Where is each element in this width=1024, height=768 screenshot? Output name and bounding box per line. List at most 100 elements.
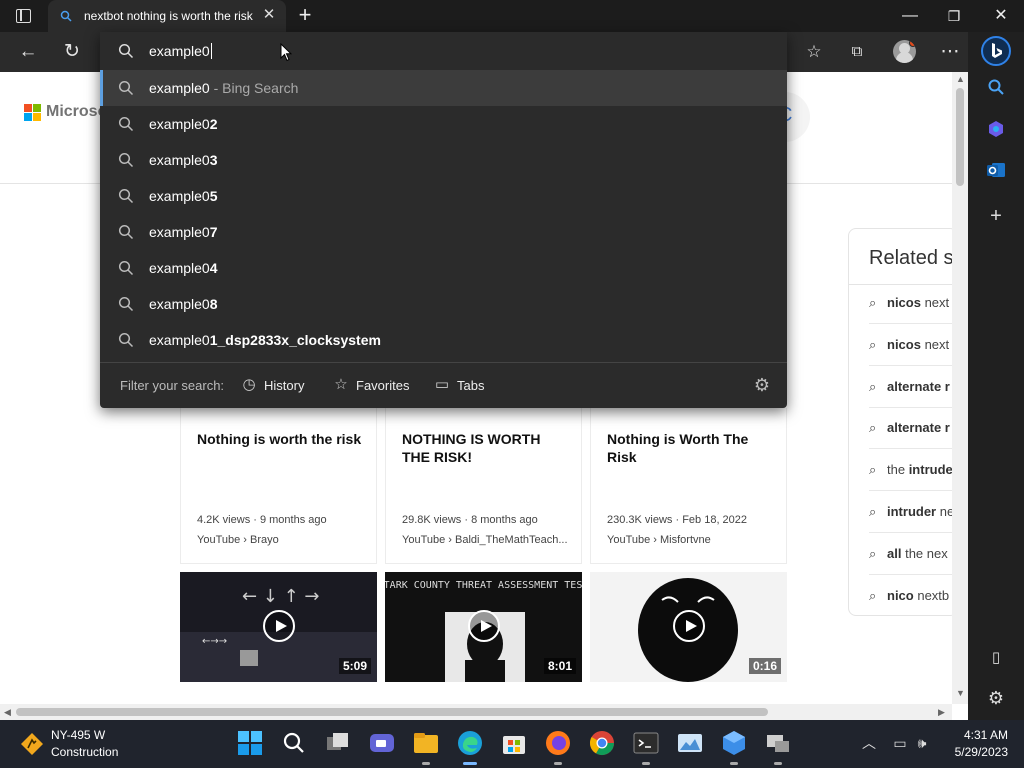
video-source: YouTube › Brayo: [197, 534, 279, 546]
sidebar-copilot-icon[interactable]: [984, 120, 1008, 144]
address-input[interactable]: example0: [149, 43, 212, 59]
address-bar[interactable]: example0: [100, 32, 787, 70]
show-hidden-icons-icon[interactable]: ︿: [860, 734, 878, 752]
video-thumbnail[interactable]: STARK COUNTY THREAT ASSESSMENT TEST 8:01: [385, 572, 582, 682]
search-filter-bar: Filter your search: ◷ History ☆ Favorite…: [100, 363, 787, 408]
volume-icon[interactable]: 🕪: [913, 734, 931, 752]
app-cube-icon[interactable]: [719, 728, 749, 758]
related-search-item[interactable]: ⌕ nico nextb: [869, 588, 952, 608]
weather-subtitle[interactable]: Construction: [51, 745, 118, 759]
related-search-item[interactable]: ⌕ all the nex: [869, 546, 952, 566]
video-title[interactable]: NOTHING IS WORTH THE RISK!: [402, 430, 570, 466]
video-card[interactable]: Nothing is worth the risk 4.2K views · 9…: [180, 408, 377, 564]
search-favicon-icon: [60, 10, 72, 22]
suggestion-bing-search[interactable]: example0 - Bing Search: [100, 70, 787, 106]
related-search-item[interactable]: ⌕ nicos next: [869, 337, 952, 357]
taskbar-search-icon[interactable]: [279, 728, 309, 758]
file-explorer-icon[interactable]: [411, 728, 441, 758]
tab-close-icon[interactable]: ✕: [262, 7, 276, 22]
suggestion-item[interactable]: example04: [100, 250, 787, 286]
profile-avatar[interactable]: [893, 40, 916, 63]
microsoft-brand-text: Microsoft: [46, 103, 106, 120]
search-icon: ⌕: [869, 546, 877, 561]
filter-label: Filter your search:: [120, 378, 225, 393]
suggestion-item[interactable]: example08: [100, 286, 787, 322]
related-search-item[interactable]: ⌕ the intrude: [869, 462, 952, 482]
close-window-button[interactable]: ✕: [988, 4, 1014, 28]
photos-app-icon[interactable]: [675, 728, 705, 758]
star-icon: ☆: [334, 376, 348, 393]
clock-date[interactable]: 5/29/2023: [940, 745, 1008, 759]
teams-chat-icon[interactable]: [367, 728, 397, 758]
clock-time[interactable]: 4:31 AM: [950, 728, 1008, 742]
video-thumbnail[interactable]: 0:16: [590, 572, 787, 682]
filter-favorites-button[interactable]: ☆ Favorites: [332, 376, 412, 394]
favorites-icon[interactable]: ☆: [800, 38, 828, 66]
chrome-icon[interactable]: [587, 728, 617, 758]
task-view-icon[interactable]: [323, 728, 353, 758]
search-icon: [118, 152, 134, 168]
video-title[interactable]: Nothing is Worth The Risk: [607, 430, 775, 466]
svg-text:←→→: ←→→: [202, 636, 227, 647]
video-card[interactable]: Nothing is Worth The Risk 230.3K views ·…: [590, 408, 787, 564]
add-sidebar-app-icon[interactable]: +: [984, 204, 1008, 228]
related-search-item[interactable]: ⌕ alternate r: [869, 379, 952, 399]
suggestion-item[interactable]: example02: [100, 106, 787, 142]
refresh-button[interactable]: ↻: [58, 38, 86, 66]
microsoft-logo[interactable]: [24, 104, 42, 122]
start-windows-icon[interactable]: [235, 728, 265, 758]
video-thumbnail[interactable]: ← ↓ ↑ → ←→→ 5:09: [180, 572, 377, 682]
horizontal-scrollbar[interactable]: ◀ ▶: [0, 704, 952, 720]
hide-sidebar-icon[interactable]: ▯: [984, 646, 1008, 670]
filter-history-button[interactable]: ◷ History: [240, 376, 310, 394]
search-icon: ⌕: [869, 337, 877, 352]
suggestion-settings-icon[interactable]: ⚙: [752, 375, 772, 395]
suggestion-item[interactable]: example07: [100, 214, 787, 250]
filter-tabs-button[interactable]: ▭ Tabs: [433, 376, 489, 394]
microsoft-store-icon[interactable]: [499, 728, 529, 758]
traffic-alert-icon[interactable]: [20, 732, 44, 756]
sidebar-search-icon[interactable]: [984, 78, 1008, 102]
scroll-thumb[interactable]: [16, 708, 768, 716]
scroll-thumb[interactable]: [956, 88, 964, 186]
address-suggestions-dropdown: example0 example0 - Bing Search example0…: [100, 32, 787, 408]
suggestion-item[interactable]: example05: [100, 178, 787, 214]
play-icon[interactable]: [262, 610, 295, 642]
collections-icon[interactable]: ⧉: [843, 38, 871, 66]
suggestion-item[interactable]: example03: [100, 142, 787, 178]
tab-actions-icon[interactable]: [16, 9, 31, 23]
back-button[interactable]: ←: [14, 38, 42, 66]
video-title[interactable]: Nothing is worth the risk: [197, 430, 365, 448]
play-icon[interactable]: [672, 610, 705, 642]
video-meta: 230.3K views · Feb 18, 2022: [607, 514, 748, 526]
related-search-item[interactable]: ⌕ alternate r: [869, 420, 952, 440]
firefox-icon[interactable]: [543, 728, 573, 758]
related-search-item[interactable]: ⌕ nicos next: [869, 295, 952, 315]
network-icon[interactable]: ▭: [891, 734, 909, 752]
related-search-item[interactable]: ⌕intruder ne: [869, 504, 952, 524]
edge-icon[interactable]: [455, 728, 485, 758]
vertical-scrollbar[interactable]: ▲ ▼: [952, 72, 968, 704]
suggestion-item[interactable]: example01_dsp2833x_clocksystem: [100, 322, 787, 358]
video-card[interactable]: NOTHING IS WORTH THE RISK! 29.8K views ·…: [385, 408, 582, 564]
weather-title[interactable]: NY-495 W: [51, 728, 105, 742]
search-icon: ⌕: [869, 379, 877, 394]
search-icon: ⌕: [869, 504, 877, 519]
minimize-button[interactable]: —: [897, 4, 923, 28]
tabs-icon: ▭: [434, 376, 450, 393]
play-icon[interactable]: [467, 610, 500, 642]
restore-button[interactable]: ❐: [941, 4, 967, 28]
search-icon: [118, 260, 134, 276]
terminal-icon[interactable]: [631, 728, 661, 758]
new-tab-button[interactable]: +: [294, 4, 316, 27]
more-options-icon[interactable]: ⋯: [936, 38, 964, 66]
video-duration: 0:16: [748, 658, 781, 674]
search-icon: [118, 332, 134, 348]
video-duration: 8:01: [543, 658, 576, 674]
remote-desktop-icon[interactable]: [763, 728, 793, 758]
sidebar-settings-icon[interactable]: ⚙: [984, 686, 1008, 710]
edge-sidebar: + ▯ ⚙: [968, 32, 1024, 720]
tab-active[interactable]: nextbot nothing is worth the risk ✕: [48, 0, 286, 32]
outlook-icon[interactable]: [984, 160, 1008, 184]
bing-chat-button[interactable]: [981, 36, 1011, 66]
